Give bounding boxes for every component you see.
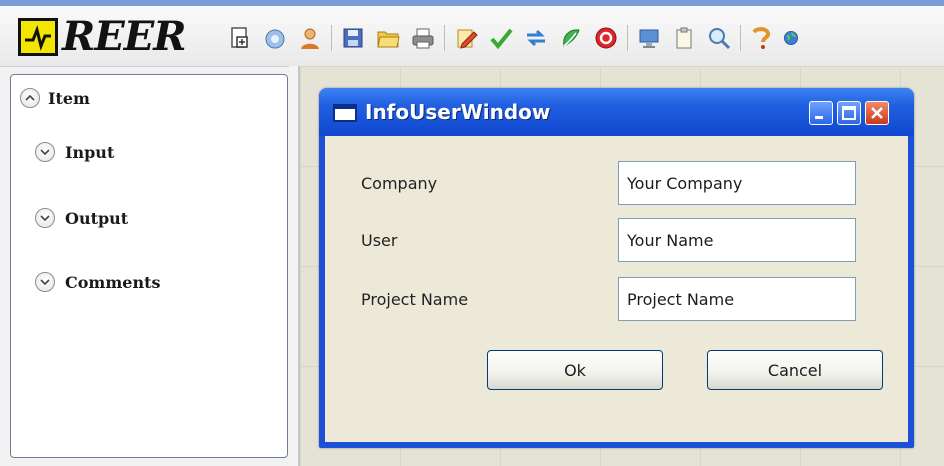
validate-check-icon[interactable]: [487, 24, 515, 52]
toolbar-buttons: [226, 22, 806, 54]
globe-icon[interactable]: [783, 24, 799, 52]
user-field[interactable]: [618, 218, 856, 262]
tree-item-comments[interactable]: Comments: [35, 272, 160, 292]
reer-logo: REER: [18, 13, 186, 60]
user-label: User: [361, 231, 398, 250]
chevron-down-icon[interactable]: [35, 272, 55, 292]
close-button[interactable]: [865, 101, 889, 125]
window-icon: [333, 104, 357, 122]
project-name-field[interactable]: [618, 277, 856, 321]
chevron-up-icon[interactable]: [20, 88, 40, 108]
tree-item-label: Output: [65, 208, 129, 228]
logo-text: REER: [62, 13, 186, 60]
main-toolbar: REER: [0, 6, 944, 67]
chevron-down-icon[interactable]: [35, 208, 55, 228]
company-label: Company: [361, 174, 438, 193]
maximize-button[interactable]: [837, 101, 861, 125]
minimize-button[interactable]: [809, 101, 833, 125]
dialog-title: InfoUserWindow: [365, 100, 551, 124]
ok-button[interactable]: Ok: [487, 350, 663, 390]
tree-panel: Item Input Output Comments: [10, 74, 288, 458]
help-icon[interactable]: [748, 24, 776, 52]
save-icon[interactable]: [339, 24, 367, 52]
tree-item-label: Item: [48, 88, 90, 108]
connect-arrows-icon[interactable]: [522, 24, 550, 52]
info-user-dialog: InfoUserWindow Company User Project Name…: [319, 88, 914, 448]
refresh-icon[interactable]: [557, 24, 585, 52]
edit-pencil-icon[interactable]: [452, 24, 480, 52]
open-folder-icon[interactable]: [374, 24, 402, 52]
tree-item-label: Comments: [65, 272, 161, 292]
new-document-icon[interactable]: [226, 24, 254, 52]
cancel-button[interactable]: Cancel: [707, 350, 883, 390]
panel-splitter[interactable]: [289, 66, 298, 466]
tree-item-input[interactable]: Input: [35, 142, 114, 162]
open-project-icon[interactable]: [261, 24, 289, 52]
user-info-icon[interactable]: [296, 24, 324, 52]
dialog-titlebar[interactable]: InfoUserWindow: [319, 88, 914, 136]
dialog-body: Company User Project Name Ok Cancel: [325, 136, 908, 442]
logo-mark-icon: [18, 18, 58, 56]
print-icon[interactable]: [409, 24, 437, 52]
project-name-label: Project Name: [361, 290, 469, 309]
tree-item-label: Input: [65, 142, 115, 162]
tree-item-item[interactable]: Item: [20, 88, 90, 108]
toolbar-separator: [331, 25, 332, 51]
clipboard-icon[interactable]: [670, 24, 698, 52]
monitor-icon[interactable]: [635, 24, 663, 52]
toolbar-separator: [740, 25, 741, 51]
stop-icon[interactable]: [592, 24, 620, 52]
chevron-down-icon[interactable]: [35, 142, 55, 162]
tree-item-output[interactable]: Output: [35, 208, 128, 228]
toolbar-separator: [627, 25, 628, 51]
company-field[interactable]: [618, 161, 856, 205]
zoom-icon[interactable]: [705, 24, 733, 52]
toolbar-separator: [444, 25, 445, 51]
